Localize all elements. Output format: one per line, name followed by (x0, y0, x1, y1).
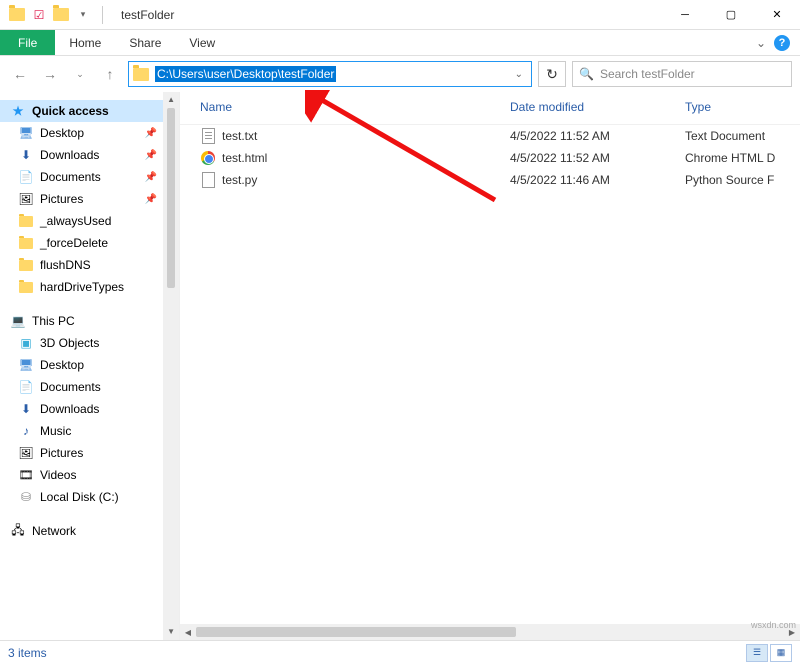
recent-dropdown-icon[interactable]: ⌄ (68, 62, 92, 86)
column-type[interactable]: Type (685, 100, 800, 114)
sidebar-item-documents[interactable]: 📄Documents (0, 376, 163, 398)
pictures-icon: 🖼 (18, 191, 34, 207)
sidebar-item-folder[interactable]: _alwaysUsed (0, 210, 163, 232)
check-icon[interactable]: ☑ (30, 6, 48, 24)
star-icon: ★ (10, 103, 26, 119)
folder-icon (8, 6, 26, 24)
sidebar-quick-access[interactable]: ★ Quick access (0, 100, 163, 122)
scroll-up-icon[interactable]: ▲ (163, 92, 179, 108)
sidebar-item-downloads[interactable]: ⬇Downloads📌 (0, 144, 163, 166)
chrome-icon (200, 150, 216, 166)
main-area: ★ Quick access 🖥Desktop📌 ⬇Downloads📌 📄Do… (0, 92, 800, 640)
file-row[interactable]: test.txt 4/5/2022 11:52 AM Text Document (180, 125, 800, 147)
column-name[interactable]: Name (200, 100, 510, 114)
video-icon: 🎞 (18, 467, 34, 483)
pc-icon: 💻 (10, 313, 26, 329)
file-list: Name Date modified Type test.txt 4/5/202… (180, 92, 800, 640)
file-tab[interactable]: File (0, 30, 55, 55)
file-row[interactable]: test.py 4/5/2022 11:46 AM Python Source … (180, 169, 800, 191)
folder-icon (52, 6, 70, 24)
sidebar-item-folder[interactable]: flushDNS (0, 254, 163, 276)
sidebar-item-desktop[interactable]: 🖥Desktop (0, 354, 163, 376)
scroll-thumb[interactable] (167, 108, 175, 288)
tab-home[interactable]: Home (55, 30, 115, 55)
file-row[interactable]: test.html 4/5/2022 11:52 AM Chrome HTML … (180, 147, 800, 169)
column-headers[interactable]: Name Date modified Type (180, 92, 800, 125)
pin-icon: 📌 (145, 150, 157, 161)
refresh-button[interactable]: ↻ (538, 61, 566, 87)
address-bar[interactable]: C:\Users\user\Desktop\testFolder ⌄ (128, 61, 532, 87)
help-button[interactable]: ? (774, 35, 790, 51)
up-button[interactable]: ↑ (98, 62, 122, 86)
folder-icon (18, 279, 34, 295)
downloads-icon: ⬇ (18, 147, 34, 163)
back-button[interactable]: ← (8, 62, 32, 86)
desktop-icon: 🖥 (18, 125, 34, 141)
music-icon: ♪ (18, 423, 34, 439)
scroll-thumb[interactable] (196, 627, 516, 637)
navigation-pane: ★ Quick access 🖥Desktop📌 ⬇Downloads📌 📄Do… (0, 92, 163, 640)
tab-view[interactable]: View (175, 30, 229, 55)
pin-icon: 📌 (145, 128, 157, 139)
qat-dropdown-icon[interactable]: ▾ (74, 6, 92, 24)
watermark: wsxdn.com (751, 620, 796, 630)
sidebar-item-folder[interactable]: _forceDelete (0, 232, 163, 254)
thumbnails-view-button[interactable]: ▦ (770, 644, 792, 662)
quick-access-toolbar: ☑ ▾ testFolder (0, 6, 174, 24)
details-view-button[interactable]: ☰ (746, 644, 768, 662)
horizontal-scrollbar[interactable]: ◀ ▶ (180, 624, 800, 640)
sidebar-item-3dobjects[interactable]: ▣3D Objects (0, 332, 163, 354)
address-path[interactable]: C:\Users\user\Desktop\testFolder (155, 66, 336, 82)
sidebar-item-pictures[interactable]: 🖼Pictures📌 (0, 188, 163, 210)
disk-icon: ⛁ (18, 489, 34, 505)
tab-share[interactable]: Share (115, 30, 175, 55)
pin-icon: 📌 (145, 172, 157, 183)
status-item-count: 3 items (8, 646, 47, 660)
window-title: testFolder (121, 8, 174, 22)
column-date[interactable]: Date modified (510, 100, 685, 114)
navigation-bar: ← → ⌄ ↑ C:\Users\user\Desktop\testFolder… (0, 56, 800, 92)
folder-icon (18, 213, 34, 229)
sidebar-item-pictures[interactable]: 🖼Pictures (0, 442, 163, 464)
cube-icon: ▣ (18, 335, 34, 351)
sidebar-scrollbar[interactable]: ▲ ▼ (163, 92, 179, 640)
network-icon: 🖧 (10, 523, 26, 539)
pin-icon: 📌 (145, 194, 157, 205)
desktop-icon: 🖥 (18, 357, 34, 373)
maximize-button[interactable]: ▢ (708, 0, 754, 30)
title-bar: ☑ ▾ testFolder ─ ▢ ✕ (0, 0, 800, 30)
documents-icon: 📄 (18, 169, 34, 185)
sidebar-item-videos[interactable]: 🎞Videos (0, 464, 163, 486)
scroll-left-icon[interactable]: ◀ (180, 628, 196, 637)
ribbon: File Home Share View ⌄ ? (0, 30, 800, 56)
sidebar-item-downloads[interactable]: ⬇Downloads (0, 398, 163, 420)
search-input[interactable]: 🔍 Search testFolder (572, 61, 792, 87)
downloads-icon: ⬇ (18, 401, 34, 417)
sidebar-item-desktop[interactable]: 🖥Desktop📌 (0, 122, 163, 144)
minimize-button[interactable]: ─ (662, 0, 708, 30)
text-file-icon (200, 128, 216, 144)
close-button[interactable]: ✕ (754, 0, 800, 30)
search-placeholder: Search testFolder (600, 67, 695, 81)
folder-icon (133, 68, 149, 81)
sidebar-item-documents[interactable]: 📄Documents📌 (0, 166, 163, 188)
sidebar-item-localdisk[interactable]: ⛁Local Disk (C:) (0, 486, 163, 508)
chevron-down-icon[interactable]: ⌄ (515, 69, 527, 80)
window-controls: ─ ▢ ✕ (662, 0, 800, 30)
sidebar-item-folder[interactable]: hardDriveTypes (0, 276, 163, 298)
documents-icon: 📄 (18, 379, 34, 395)
scroll-down-icon[interactable]: ▼ (163, 624, 179, 640)
python-file-icon (200, 172, 216, 188)
status-bar: 3 items ☰ ▦ (0, 640, 800, 664)
sidebar-item-music[interactable]: ♪Music (0, 420, 163, 442)
sidebar-this-pc[interactable]: 💻This PC (0, 310, 163, 332)
folder-icon (18, 235, 34, 251)
search-icon: 🔍 (579, 67, 594, 81)
pictures-icon: 🖼 (18, 445, 34, 461)
chevron-down-icon[interactable]: ⌄ (756, 36, 766, 50)
sidebar-network[interactable]: 🖧Network (0, 520, 163, 542)
forward-button[interactable]: → (38, 62, 62, 86)
folder-icon (18, 257, 34, 273)
